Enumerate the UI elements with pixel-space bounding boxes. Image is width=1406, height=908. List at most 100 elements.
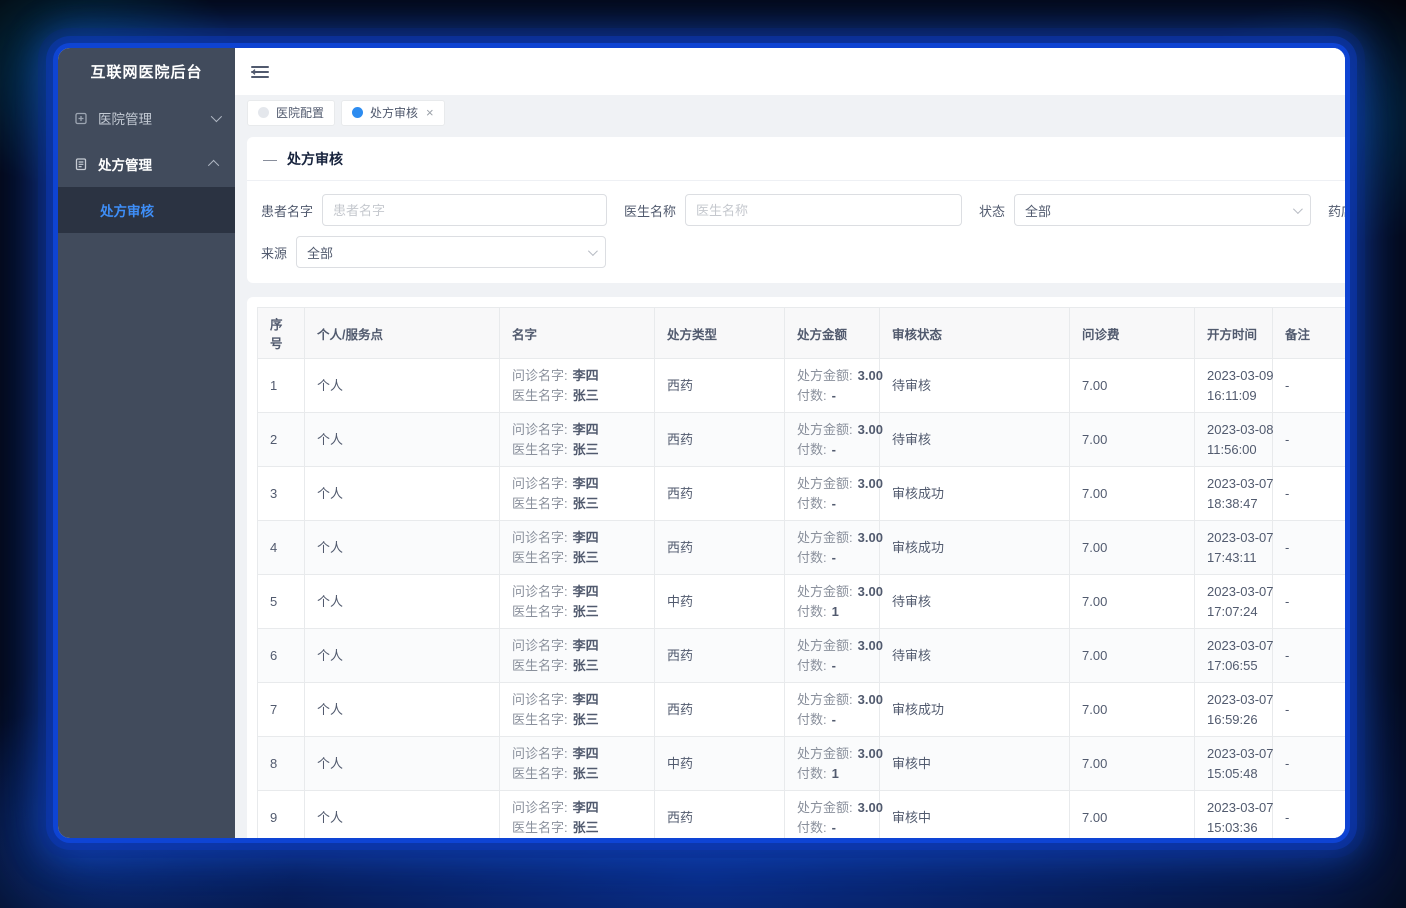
tab-prescription-review[interactable]: 处方审核 ×: [341, 100, 445, 126]
table-panel: 序号 个人/服务点 名字 处方类型 处方金额 审核状态 问诊费 开方时间 备注 …: [247, 297, 1345, 838]
status-badge: 审核中: [892, 756, 931, 771]
consult-name-label: 问诊名字:: [512, 638, 568, 653]
patient-name-input[interactable]: [322, 194, 607, 226]
open-time: 15:03:36: [1207, 818, 1260, 838]
doses-value: 1: [832, 604, 839, 619]
consult-name-value: 李四: [573, 746, 599, 761]
sidebar-item-prescription-management[interactable]: 处方管理: [58, 141, 235, 187]
table-row: 5 个人 问诊名字:李四 医生名字:张三 中药 处方金额:3.00 付数:1 待…: [258, 575, 1346, 629]
collapse-icon[interactable]: —: [263, 151, 277, 167]
doctor-name-label: 医生名字:: [512, 604, 568, 619]
close-icon[interactable]: ×: [426, 106, 434, 119]
row-type: 个人: [317, 594, 343, 609]
sidebar-item-prescription-review[interactable]: 处方审核: [58, 187, 235, 233]
doctor-name-value: 张三: [573, 766, 599, 781]
rx-type: 西药: [667, 648, 693, 663]
row-index: 3: [270, 486, 277, 501]
doctor-name-label: 医生名称: [624, 201, 676, 220]
open-time: 17:06:55: [1207, 656, 1260, 676]
rx-type: 中药: [667, 756, 693, 771]
doses-label: 付数:: [797, 496, 827, 511]
row-index: 7: [270, 702, 277, 717]
doctor-name-value: 张三: [573, 820, 599, 835]
doses-value: -: [832, 442, 836, 457]
remark-value: -: [1285, 486, 1289, 501]
prescription-icon: [74, 157, 88, 171]
sidebar-item-label: 处方审核: [100, 200, 154, 220]
consult-name-value: 李四: [573, 584, 599, 599]
status-badge: 审核成功: [892, 540, 944, 555]
consult-name-label: 问诊名字:: [512, 476, 568, 491]
status-select[interactable]: 全部: [1014, 194, 1311, 226]
doctor-name-input[interactable]: [685, 194, 962, 226]
table-row: 7 个人 问诊名字:李四 医生名字:张三 西药 处方金额:3.00 付数:- 审…: [258, 683, 1346, 737]
chevron-down-icon: [211, 111, 222, 122]
rx-type: 西药: [667, 486, 693, 501]
doctor-name-value: 张三: [573, 388, 599, 403]
open-time: 15:05:48: [1207, 764, 1260, 784]
open-date: 2023-03-07: [1207, 582, 1260, 602]
doses-label: 付数:: [797, 550, 827, 565]
doctor-name-value: 张三: [573, 442, 599, 457]
col-fee: 问诊费: [1070, 308, 1195, 359]
panel-header: — 处方审核: [247, 137, 1345, 181]
doses-label: 付数:: [797, 712, 827, 727]
doses-value: -: [832, 712, 836, 727]
app-window: 互联网医院后台 医院管理 处方管理 处方审核: [58, 48, 1345, 838]
source-label: 来源: [261, 243, 287, 262]
open-time: 18:38:47: [1207, 494, 1260, 514]
patient-name-label: 患者名字: [261, 201, 313, 220]
open-time: 11:56:00: [1207, 440, 1260, 460]
doses-value: 1: [832, 766, 839, 781]
doctor-name-value: 张三: [573, 712, 599, 727]
col-time: 开方时间: [1195, 308, 1273, 359]
main-area: 医院配置 处方审核 × — 处方审核 患者名字: [235, 48, 1345, 838]
open-date: 2023-03-08: [1207, 420, 1260, 440]
row-type: 个人: [317, 810, 343, 825]
doses-value: -: [832, 820, 836, 835]
table-row: 9 个人 问诊名字:李四 医生名字:张三 西药 处方金额:3.00 付数:- 审…: [258, 791, 1346, 839]
consult-name-value: 李四: [573, 692, 599, 707]
doses-label: 付数:: [797, 442, 827, 457]
consult-name-label: 问诊名字:: [512, 530, 568, 545]
prescription-table: 序号 个人/服务点 名字 处方类型 处方金额 审核状态 问诊费 开方时间 备注 …: [257, 307, 1345, 838]
open-time: 17:43:11: [1207, 548, 1260, 568]
row-type: 个人: [317, 432, 343, 447]
fee-value: 7.00: [1082, 540, 1107, 555]
open-date: 2023-03-07: [1207, 798, 1260, 818]
table-row: 6 个人 问诊名字:李四 医生名字:张三 西药 处方金额:3.00 付数:- 待…: [258, 629, 1346, 683]
amount-value: 3.00: [858, 800, 883, 815]
remark-value: -: [1285, 810, 1289, 825]
doses-label: 付数:: [797, 604, 827, 619]
source-select[interactable]: 全部: [296, 236, 606, 268]
amount-value: 3.00: [858, 692, 883, 707]
consult-name-value: 李四: [573, 476, 599, 491]
amount-label: 处方金额:: [797, 692, 853, 707]
amount-value: 3.00: [858, 530, 883, 545]
open-date: 2023-03-09: [1207, 366, 1260, 386]
open-time: 16:59:26: [1207, 710, 1260, 730]
app-title: 互联网医院后台: [58, 48, 235, 95]
hospital-icon: [74, 111, 88, 125]
status-badge: 待审核: [892, 594, 931, 609]
open-date: 2023-03-07: [1207, 690, 1260, 710]
row-type: 个人: [317, 540, 343, 555]
doctor-name-label: 医生名字:: [512, 388, 568, 403]
col-status: 审核状态: [880, 308, 1070, 359]
consult-name-value: 李四: [573, 368, 599, 383]
remark-value: -: [1285, 594, 1289, 609]
col-index: 序号: [258, 308, 305, 359]
remark-value: -: [1285, 432, 1289, 447]
consult-name-label: 问诊名字:: [512, 422, 568, 437]
table-row: 4 个人 问诊名字:李四 医生名字:张三 西药 处方金额:3.00 付数:- 审…: [258, 521, 1346, 575]
menu-fold-icon[interactable]: [249, 61, 271, 83]
consult-name-value: 李四: [573, 638, 599, 653]
fee-value: 7.00: [1082, 486, 1107, 501]
sidebar-item-hospital-management[interactable]: 医院管理: [58, 95, 235, 141]
tab-hospital-config[interactable]: 医院配置: [247, 100, 335, 126]
doctor-name-label: 医生名字:: [512, 766, 568, 781]
row-type: 个人: [317, 702, 343, 717]
doses-label: 付数:: [797, 766, 827, 781]
doctor-name-label: 医生名字:: [512, 442, 568, 457]
fee-value: 7.00: [1082, 702, 1107, 717]
